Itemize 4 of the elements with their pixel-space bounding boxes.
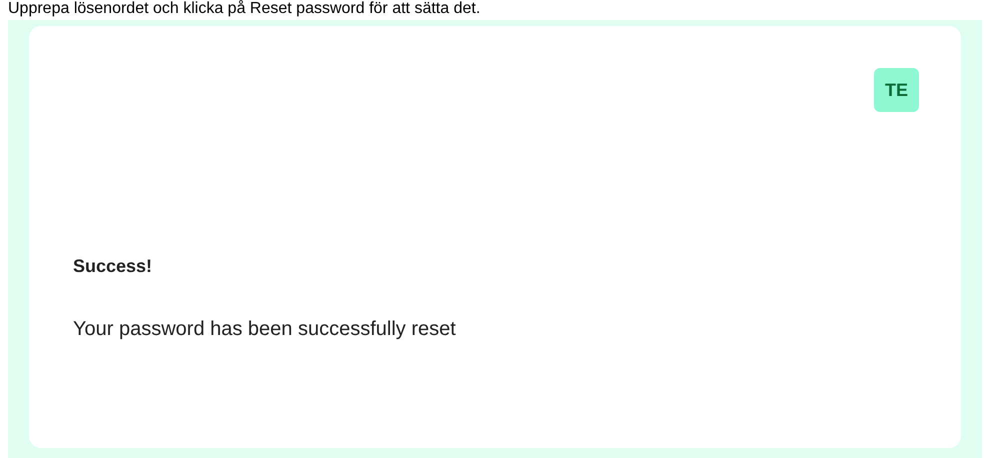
instruction-text: Upprepa lösenordet och klicka på Reset password för att sätta det. [8, 0, 480, 18]
message-text: Your password has been successfully reset [73, 317, 457, 342]
message-title: Success! [73, 255, 154, 278]
logo: TE [874, 68, 919, 112]
